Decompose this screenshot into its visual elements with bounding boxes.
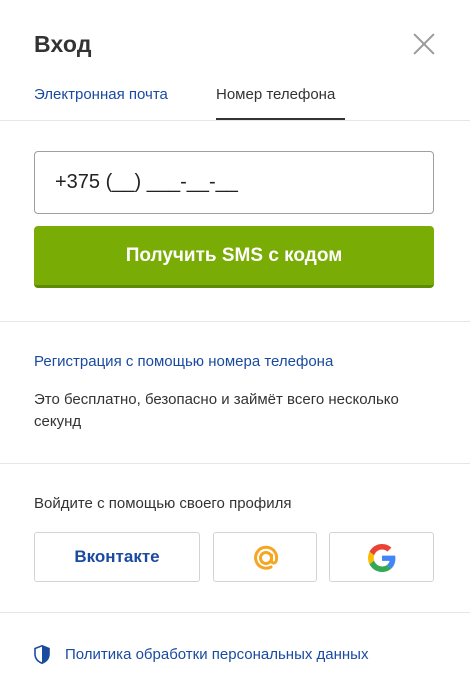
mail-at-icon <box>254 545 279 570</box>
social-login-label: Войдите с помощью своего профиля <box>34 495 292 512</box>
phone-input[interactable] <box>34 151 434 214</box>
mail-ru-button[interactable] <box>213 532 317 582</box>
active-tab-indicator <box>216 118 345 120</box>
tab-email[interactable]: Электронная почта <box>34 86 168 103</box>
tab-phone[interactable]: Номер телефона <box>216 86 335 103</box>
vkontakte-label: Вконтакте <box>74 547 160 566</box>
shield-icon <box>34 645 50 664</box>
google-icon <box>368 544 396 572</box>
vkontakte-button[interactable]: Вконтакте <box>34 532 200 582</box>
login-tabs: Электронная почта Номер телефона <box>0 80 470 121</box>
google-button[interactable] <box>329 532 434 582</box>
register-by-phone-link[interactable]: Регистрация с помощью номера телефона <box>34 353 333 370</box>
register-note: Это бесплатно, безопасно и займёт всего … <box>34 391 399 430</box>
dialog-header: Вход <box>0 0 470 80</box>
divider <box>0 321 470 322</box>
divider <box>0 463 470 464</box>
privacy-policy-label: Политика обработки персональных данных <box>65 646 369 663</box>
close-icon[interactable] <box>410 30 438 58</box>
dialog-title: Вход <box>34 31 92 57</box>
divider <box>0 612 470 613</box>
get-sms-button[interactable]: Получить SMS с кодом <box>34 226 434 288</box>
